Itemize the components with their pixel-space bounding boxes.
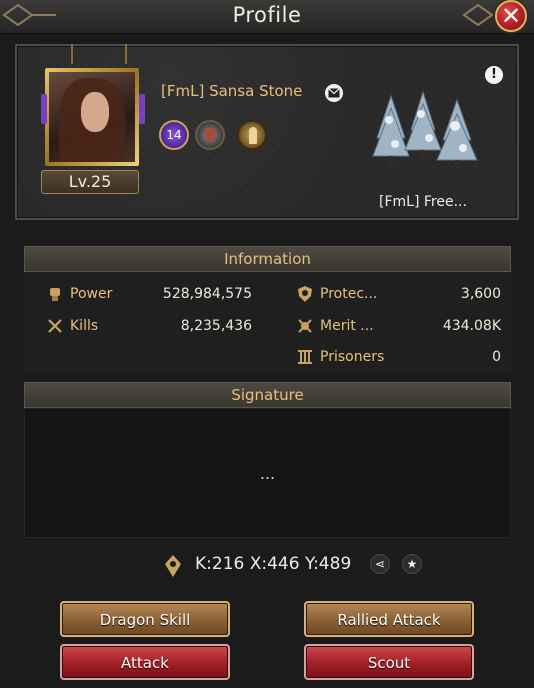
frame-hanger-right — [125, 44, 127, 64]
dragon-skill-button[interactable]: Dragon Skill — [60, 601, 230, 637]
avatar-portrait — [49, 72, 135, 162]
signature-text: ... — [24, 408, 511, 538]
player-name: [FmL] Sansa Stone — [161, 82, 303, 100]
avatar-gem-right — [139, 94, 145, 124]
close-icon: ✕ — [500, 2, 522, 30]
envelope-icon — [328, 88, 340, 98]
scout-button[interactable]: Scout — [304, 644, 474, 680]
level-badge-icon[interactable]: 14 — [159, 120, 189, 150]
prison-bars-icon — [298, 350, 312, 364]
stat-power: Power 528,984,575 — [46, 282, 252, 306]
stat-label: Prisoners — [320, 349, 385, 365]
stat-kills: Kills 8,235,436 — [46, 314, 252, 338]
title-bar: Profile ✕ — [0, 0, 534, 34]
merit-icon — [298, 319, 312, 333]
information-header: Information — [24, 246, 511, 272]
avatar[interactable] — [45, 68, 139, 166]
crossed-swords-icon — [48, 319, 62, 333]
stat-value: 8,235,436 — [180, 318, 252, 334]
stat-label: Protec... — [320, 286, 378, 302]
stat-protection: Protec... 3,600 — [296, 282, 501, 306]
mail-icon[interactable] — [325, 84, 343, 102]
coordinates-row: K:216 X:446 Y:489 ⋖ ★ — [0, 552, 534, 578]
stat-label: Kills — [70, 318, 99, 334]
rallied-attack-button[interactable]: Rallied Attack — [304, 601, 474, 637]
share-icon[interactable]: ⋖ — [370, 554, 390, 574]
stat-merit: Merit ... 434.08K — [296, 314, 501, 338]
stat-label: Power — [70, 286, 113, 302]
level-label: Lv.25 — [41, 170, 139, 194]
info-icon[interactable]: ! — [485, 66, 503, 84]
alliance-name[interactable]: [FmL] Free... — [379, 194, 467, 210]
alliance-emblem-trees-icon[interactable] — [371, 90, 487, 170]
close-button[interactable]: ✕ — [495, 0, 527, 32]
stat-prisoners: Prisoners 0 — [296, 345, 501, 369]
information-panel: Power 528,984,575 Kills 8,235,436 Protec… — [24, 272, 511, 374]
stat-value: 528,984,575 — [162, 286, 252, 302]
signature-header: Signature — [24, 382, 511, 408]
stat-value: 434.08K — [442, 318, 501, 334]
right-ornament-icon — [462, 3, 494, 27]
avatar-gem-left — [41, 94, 47, 124]
stat-value: 0 — [492, 349, 501, 365]
favorite-star-icon[interactable]: ★ — [402, 554, 422, 574]
location-pin-icon — [165, 555, 181, 577]
avatar-face — [81, 92, 109, 132]
shield-badge-icon[interactable] — [195, 120, 225, 150]
coordinates-link[interactable]: K:216 X:446 Y:489 — [195, 554, 351, 574]
gold-badge-icon[interactable] — [237, 120, 267, 150]
frame-hanger-left — [71, 44, 73, 64]
stat-value: 3,600 — [460, 286, 501, 302]
stat-label: Merit ... — [320, 318, 374, 334]
profile-card: Lv.25 [FmL] Sansa Stone 14 ! [FmL] Free.… — [15, 44, 519, 220]
fist-icon — [50, 288, 60, 301]
attack-button[interactable]: Attack — [60, 644, 230, 680]
shield-icon — [298, 286, 312, 302]
